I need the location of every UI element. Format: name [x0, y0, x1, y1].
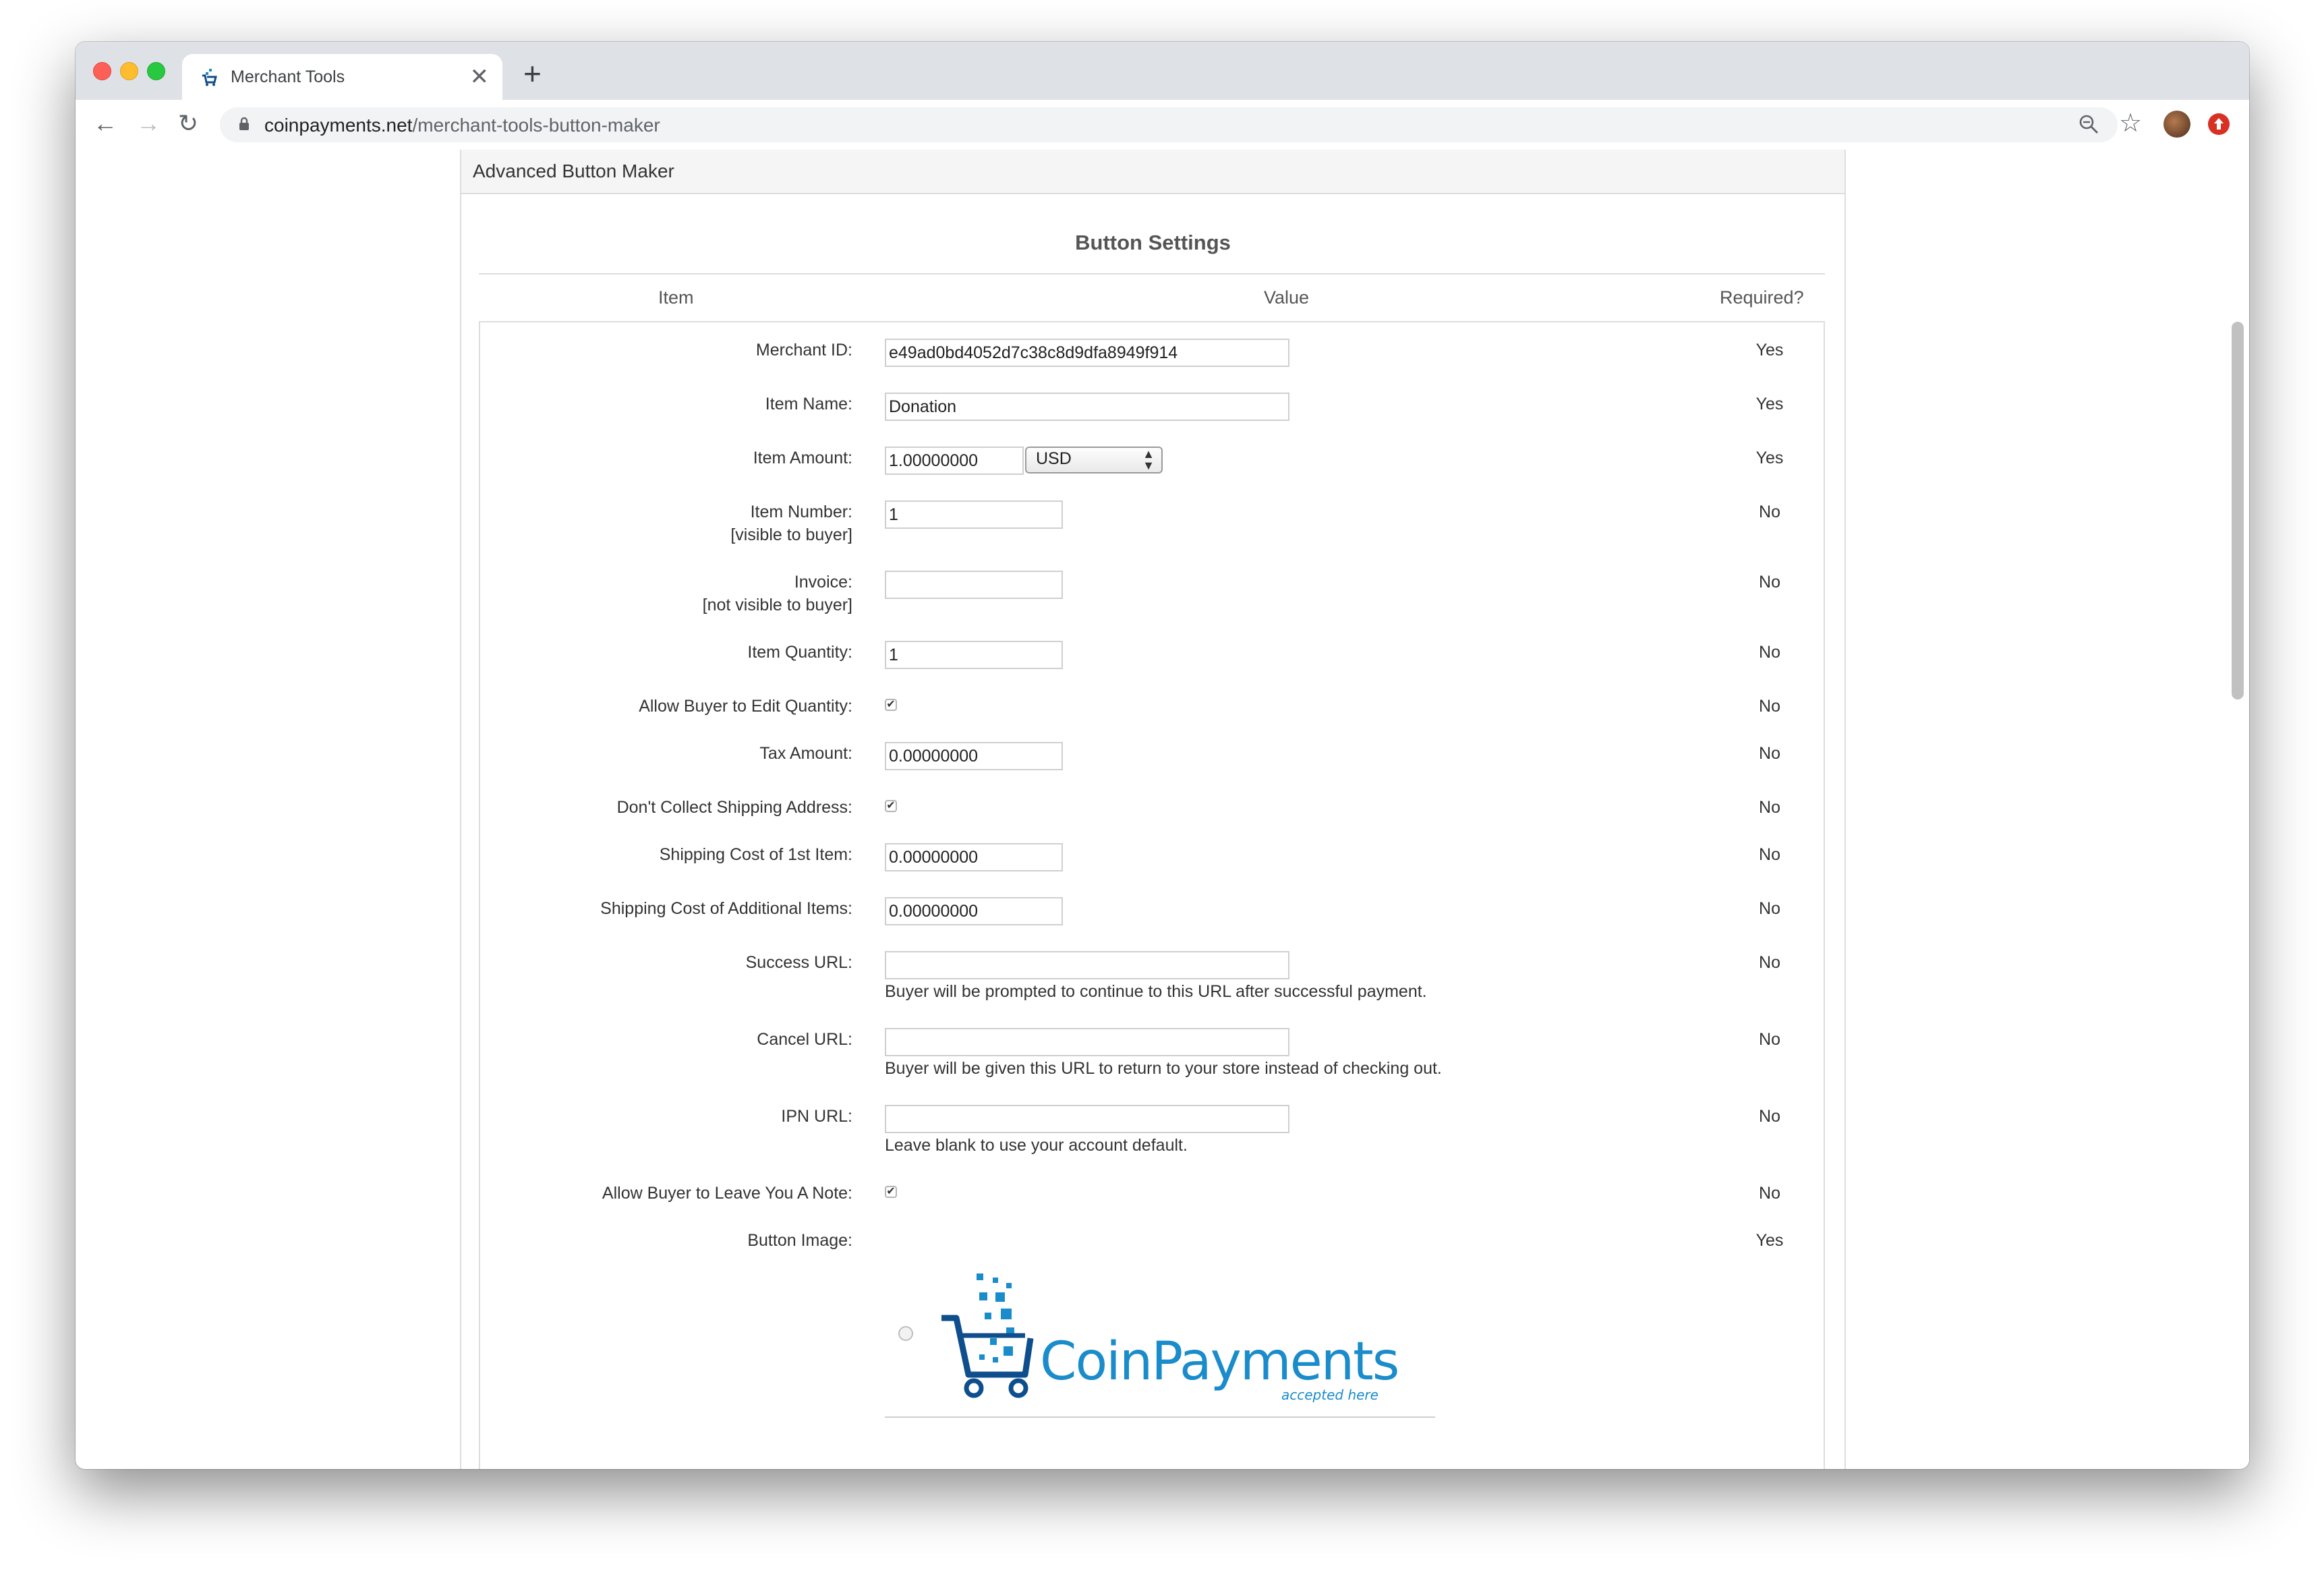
currency-select[interactable]: USD ▲ ▼: [1025, 447, 1163, 474]
maximize-window-button[interactable]: [147, 62, 165, 80]
item-name-label: Item Name:: [765, 395, 852, 413]
scrollbar-thumb[interactable]: [2232, 322, 2244, 699]
reload-icon[interactable]: ↻: [178, 109, 198, 138]
item-quantity-input[interactable]: [885, 641, 1063, 669]
address-bar[interactable]: coinpayments.net/merchant-tools-button-m…: [220, 107, 2118, 142]
invoice-sublabel: [not visible to buyer]: [702, 596, 852, 614]
item-quantity-label: Item Quantity:: [747, 643, 852, 662]
invoice-input[interactable]: [885, 571, 1063, 599]
url-path: /merchant-tools-button-maker: [412, 115, 660, 136]
item-number-sublabel: [visible to buyer]: [730, 525, 852, 544]
invoice-label: Invoice: [not visible to buyer]: [702, 573, 852, 614]
browser-toolbar: ← → ↻ coinpayments.net/merchant-tools-bu…: [76, 100, 2249, 151]
tab-strip: Merchant Tools ✕ +: [76, 42, 2249, 100]
column-header-required: Required?: [1720, 287, 1804, 308]
divider: [479, 273, 1825, 275]
required-value: No: [1759, 503, 1780, 521]
button-image-radio[interactable]: [898, 1326, 913, 1341]
required-value: No: [1759, 1184, 1780, 1203]
required-value: No: [1759, 643, 1780, 662]
item-number-input[interactable]: [885, 500, 1063, 529]
ipn-url-input[interactable]: [885, 1105, 1289, 1133]
ipn-url-label: IPN URL:: [781, 1107, 852, 1126]
cancel-url-hint: Buyer will be given this URL to return t…: [885, 1059, 1442, 1078]
required-value: Yes: [1755, 1231, 1784, 1250]
item-amount-input[interactable]: [885, 447, 1024, 475]
no-shipping-checkbox[interactable]: ✔: [885, 800, 897, 812]
currency-selected-value: USD: [1036, 449, 1072, 468]
left-gutter: [76, 150, 460, 1469]
cancel-url-input[interactable]: [885, 1028, 1289, 1056]
browser-window: Merchant Tools ✕ + ← → ↻ coinpayments.ne…: [76, 42, 2249, 1469]
close-tab-icon[interactable]: ✕: [470, 63, 490, 90]
item-number-label: Item Number: [visible to buyer]: [730, 503, 852, 544]
required-value: No: [1759, 573, 1780, 592]
no-shipping-label: Don't Collect Shipping Address:: [616, 798, 852, 817]
cancel-url-label: Cancel URL:: [757, 1030, 852, 1049]
required-value: No: [1759, 899, 1780, 918]
allow-edit-quantity-label: Allow Buyer to Edit Quantity:: [639, 697, 852, 716]
ipn-url-hint: Leave blank to use your account default.: [885, 1136, 1188, 1155]
column-header-value: Value: [1264, 287, 1310, 308]
coinpayments-button-image[interactable]: CoinPayments accepted here: [939, 1273, 1399, 1403]
back-arrow-icon[interactable]: ←: [93, 109, 117, 138]
zoom-icon[interactable]: [2079, 114, 2099, 134]
logo-subtext: accepted here: [1281, 1387, 1378, 1403]
button-maker-panel: Advanced Button Maker Button Settings It…: [460, 150, 1846, 1469]
minimize-window-button[interactable]: [120, 62, 138, 80]
tab-title: Merchant Tools: [231, 67, 345, 86]
url-text: coinpayments.net/merchant-tools-button-m…: [264, 115, 660, 136]
item-amount-label: Item Amount:: [753, 449, 852, 467]
success-url-input[interactable]: [885, 951, 1289, 979]
forward-arrow-icon[interactable]: →: [136, 109, 161, 138]
shipping-additional-input[interactable]: [885, 897, 1063, 925]
required-value: No: [1759, 1030, 1780, 1049]
required-value: No: [1759, 845, 1780, 864]
panel-heading: Advanced Button Maker: [461, 150, 1844, 194]
shipping-first-label: Shipping Cost of 1st Item:: [659, 845, 852, 864]
tax-amount-input[interactable]: [885, 742, 1063, 770]
column-header-item: Item: [658, 287, 694, 308]
profile-avatar[interactable]: [2163, 111, 2190, 138]
new-tab-button[interactable]: +: [523, 55, 542, 92]
url-host: coinpayments.net: [264, 115, 413, 136]
required-value: No: [1759, 1107, 1780, 1126]
item-name-input[interactable]: [885, 393, 1289, 421]
page-viewport: Advanced Button Maker Button Settings It…: [76, 150, 2249, 1469]
required-value: Yes: [1755, 395, 1784, 413]
tax-amount-label: Tax Amount:: [759, 744, 852, 763]
success-url-label: Success URL:: [745, 953, 852, 972]
merchant-id-label: Merchant ID:: [755, 341, 852, 360]
lock-icon: [239, 117, 249, 130]
allow-note-label: Allow Buyer to Leave You A Note:: [602, 1184, 852, 1203]
section-title: Button Settings: [1075, 231, 1231, 254]
coinpayments-favicon-icon: [202, 69, 217, 86]
divider: [885, 1416, 1435, 1418]
shipping-first-input[interactable]: [885, 843, 1063, 871]
required-value: No: [1759, 953, 1780, 972]
allow-edit-quantity-checkbox[interactable]: ✔: [885, 699, 897, 711]
tab-merchant-tools[interactable]: Merchant Tools ✕: [182, 54, 502, 100]
shipping-additional-label: Shipping Cost of Additional Items:: [600, 899, 852, 918]
coinpayments-logo-text: CoinPayments: [1040, 1331, 1399, 1392]
required-value: Yes: [1755, 449, 1784, 467]
select-arrows-icon: ▲ ▼: [1142, 447, 1155, 472]
required-value: No: [1759, 697, 1780, 716]
required-value: No: [1759, 798, 1780, 817]
close-window-button[interactable]: [93, 62, 111, 80]
required-value: No: [1759, 744, 1780, 763]
button-image-label: Button Image:: [747, 1231, 852, 1250]
bookmark-star-icon[interactable]: ☆: [2119, 108, 2142, 138]
shopping-cart-icon: [941, 1273, 1034, 1398]
extension-icon[interactable]: [2208, 113, 2230, 135]
merchant-id-input[interactable]: [885, 339, 1289, 367]
settings-table: Merchant ID: Yes Item Name: Yes Item Amo…: [479, 322, 1825, 1469]
success-url-hint: Buyer will be prompted to continue to th…: [885, 982, 1427, 1001]
required-value: Yes: [1755, 341, 1784, 360]
allow-note-checkbox[interactable]: ✔: [885, 1186, 897, 1198]
